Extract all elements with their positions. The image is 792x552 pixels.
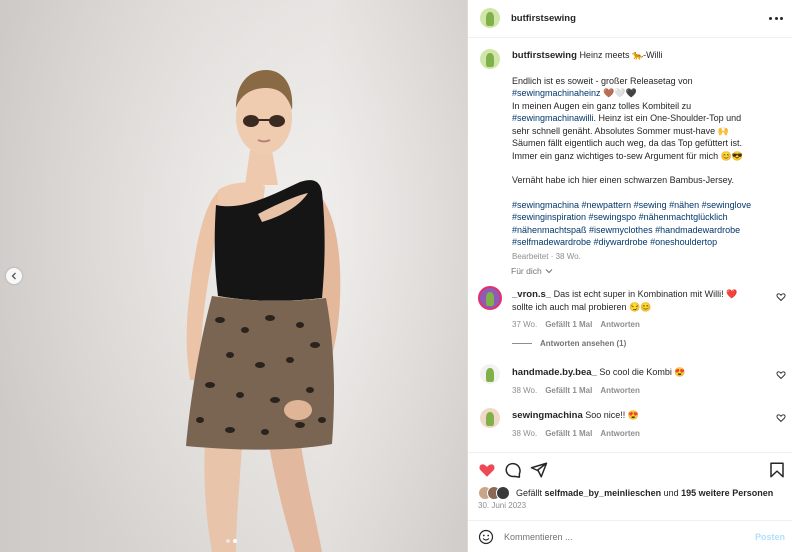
reply-button[interactable]: Antworten <box>600 428 640 440</box>
comment-text: Soo nice!! 😍 <box>585 410 639 420</box>
comment-age: 37 Wo. <box>512 320 538 329</box>
dot <box>774 16 778 20</box>
chevron-down-icon <box>545 269 553 274</box>
post-date: 30. Juni 2023 <box>478 501 527 510</box>
carousel-dot <box>226 539 230 543</box>
commenter-avatar[interactable] <box>478 286 502 310</box>
post-comment-button[interactable]: Posten <box>755 532 785 542</box>
likes-prefix: Gefällt <box>516 488 543 498</box>
commenter-avatar[interactable] <box>480 408 500 428</box>
carousel-dot-active <box>233 539 237 543</box>
comment-composer: Posten <box>468 520 792 552</box>
caption-line: sehr schnell genäht. Absolutes Sommer mu… <box>512 125 729 136</box>
comment-likes[interactable]: Gefällt 1 Mal <box>545 385 592 397</box>
author-avatar[interactable] <box>480 8 500 28</box>
emoji-icon[interactable] <box>478 529 494 545</box>
for-you-label: Für dich <box>511 266 542 276</box>
caption-line: Endlich ist es soweit - großer Releaseta… <box>512 75 693 86</box>
comment-likes[interactable]: Gefällt 1 Mal <box>545 319 592 331</box>
carousel-indicator <box>226 539 237 543</box>
commenter-username[interactable]: _vron.s_ <box>512 289 551 300</box>
previous-photo-button[interactable] <box>6 268 22 284</box>
author-username[interactable]: butfirstsewing <box>511 13 576 24</box>
likes-summary[interactable]: Gefällt selfmade_by_meinlieschen und 195… <box>478 486 773 500</box>
post-action-bar <box>468 452 792 486</box>
post-photo[interactable] <box>0 0 467 552</box>
for-you-filter[interactable]: Für dich <box>511 266 553 276</box>
more-options-button[interactable] <box>769 12 783 24</box>
commenter-username[interactable]: handmade.by.bea_ <box>512 367 597 378</box>
share-icon[interactable] <box>530 461 548 479</box>
caption-text: . Heinz ist ein One-Shoulder-Top und <box>593 113 742 123</box>
view-replies-label: Antworten ansehen (1) <box>540 339 627 348</box>
liker-username[interactable]: selfmade_by_meinlieschen <box>545 488 662 498</box>
comment-text: sollte ich auch mal probieren 😏😊 <box>512 302 652 312</box>
like-comment-heart-icon[interactable] <box>776 413 786 423</box>
caption-username[interactable]: butfirstsewing <box>512 50 577 61</box>
comment-input[interactable] <box>504 529 734 545</box>
comment-icon[interactable] <box>504 461 522 479</box>
photo-person <box>186 70 341 552</box>
comment-meta: 38 Wo. Gefällt 1 Mal Antworten <box>512 385 762 397</box>
comment-meta: 38 Wo. Gefällt 1 Mal Antworten <box>512 428 762 440</box>
hashtag-line[interactable]: #sewingmachina #newpattern #sewing #nähe… <box>512 199 782 212</box>
caption-line: Immer ein ganz wichtiges to-sew Argument… <box>512 150 743 161</box>
caption-title: Heinz meets 🐆-Willi <box>579 50 663 60</box>
like-comment-heart-icon[interactable] <box>776 370 786 380</box>
comment-likes[interactable]: Gefällt 1 Mal <box>545 428 592 440</box>
liker-avatar <box>496 486 510 500</box>
hashtag-line[interactable]: #sewinginspiration #sewingspo #nähenmach… <box>512 211 782 224</box>
reply-button[interactable]: Antworten <box>600 385 640 397</box>
caption-meta: Bearbeitet · 38 Wo. <box>512 251 581 261</box>
reply-button[interactable]: Antworten <box>600 319 640 331</box>
caption-emoji: 🤎🤍🖤 <box>603 88 637 98</box>
hashtag-link[interactable]: #sewingmachinaheinz <box>512 88 601 98</box>
commenter-avatar[interactable] <box>480 364 500 384</box>
likes-others[interactable]: 195 weitere Personen <box>681 488 773 498</box>
commenter-username[interactable]: sewingmachina <box>512 410 583 421</box>
heart-filled-icon[interactable] <box>478 461 496 479</box>
divider <box>512 343 532 344</box>
hashtag-line[interactable]: #selfmadewardrobe #diywardrobe #oneshoul… <box>512 236 782 249</box>
post-header: butfirstsewing <box>468 0 792 38</box>
caption-line: Säumen fällt eigentlich auch weg, da das… <box>512 138 742 148</box>
chevron-left-icon <box>11 272 16 280</box>
caption-line: Vernäht habe ich hier einen schwarzen Ba… <box>512 175 734 185</box>
comment-age: 38 Wo. <box>512 429 538 438</box>
dot <box>780 16 783 20</box>
post-caption: butfirstsewing Heinz meets 🐆-Willi Endli… <box>512 49 782 263</box>
dot <box>769 16 772 20</box>
view-replies-button[interactable]: Antworten ansehen (1) <box>512 339 626 348</box>
like-comment-heart-icon[interactable] <box>776 292 786 302</box>
caption-line: In meinen Augen ein ganz tolles Kombitei… <box>512 100 692 111</box>
comment-meta: 37 Wo. Gefällt 1 Mal Antworten <box>512 319 762 331</box>
hashtag-link[interactable]: #sewingmachinawilli <box>512 113 594 123</box>
comment-age: 38 Wo. <box>512 386 538 395</box>
caption-avatar[interactable] <box>480 49 500 69</box>
post-detail-panel: butfirstsewing butfirstsewing Heinz meet… <box>467 0 792 552</box>
comment-text: So cool die Kombi 😍 <box>599 367 686 377</box>
bookmark-icon[interactable] <box>768 461 786 479</box>
comment-text: Das ist echt super in Kombination mit Wi… <box>553 289 738 299</box>
likes-middle: und <box>663 488 679 498</box>
hashtag-line[interactable]: #nähenmachtspaß #isewmyclothes #handmade… <box>512 224 782 237</box>
liker-avatars <box>478 486 512 500</box>
